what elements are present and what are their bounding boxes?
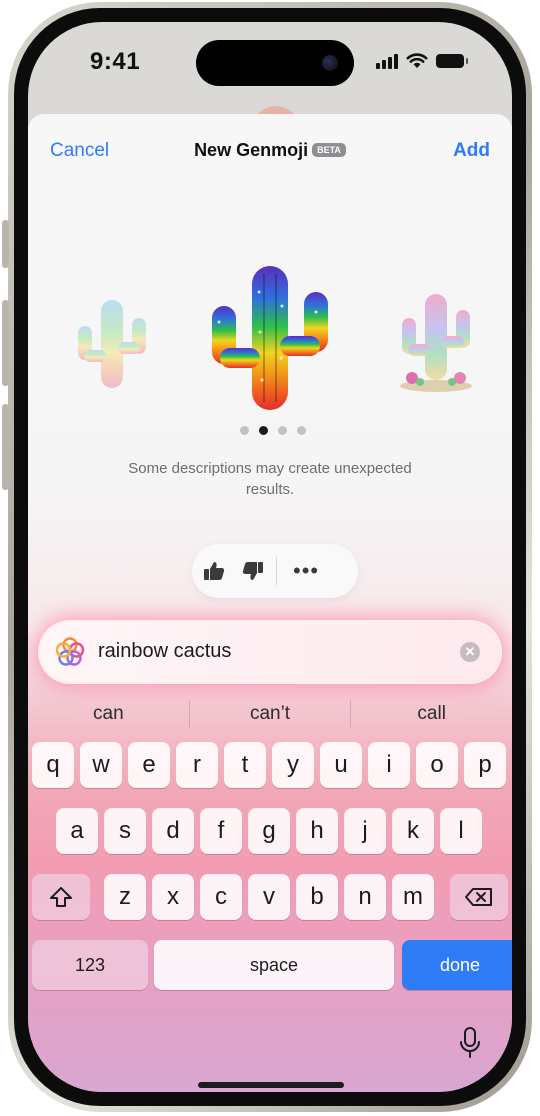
feedback-pill: ••• [192,544,358,598]
action-button [2,220,9,268]
genmoji-variant-right[interactable] [398,290,474,394]
screen: 9:41 Cancel New Genmoji BETA Add Some de… [28,22,512,1092]
camera-icon [322,55,338,71]
search-input-text: rainbow cactus [98,640,232,662]
microphone-icon[interactable] [458,1026,482,1060]
key-m[interactable]: m [392,874,434,920]
key-f[interactable]: f [200,808,242,854]
shift-icon [50,887,72,907]
new-genmoji-sheet: Cancel New Genmoji BETA Add Some descrip… [28,114,512,1092]
cellular-signal-icon [376,53,398,69]
add-button[interactable]: Add [453,140,490,162]
volume-up-button [2,300,9,386]
key-x[interactable]: x [152,874,194,920]
key-y[interactable]: y [272,742,314,788]
key-u[interactable]: u [320,742,362,788]
clear-text-icon[interactable]: ✕ [460,642,480,662]
suggestion-2[interactable]: can’t [190,703,351,725]
more-options-icon[interactable]: ••• [293,560,319,582]
key-t[interactable]: t [224,742,266,788]
backspace-icon [465,888,492,906]
key-a[interactable]: a [56,808,98,854]
page-dot [278,426,287,435]
battery-icon [436,54,468,68]
key-w[interactable]: w [80,742,122,788]
volume-down-button [2,404,9,490]
thumbs-up-button[interactable] [192,544,236,598]
key-g[interactable]: g [248,808,290,854]
key-s[interactable]: s [104,808,146,854]
done-key[interactable]: done [402,940,512,990]
genmoji-description-field[interactable]: rainbow cactus ✕ [40,622,500,682]
key-i[interactable]: i [368,742,410,788]
key-b[interactable]: b [296,874,338,920]
key-d[interactable]: d [152,808,194,854]
page-dot-active [259,426,268,435]
key-k[interactable]: k [392,808,434,854]
wifi-icon [406,53,428,68]
key-z[interactable]: z [104,874,146,920]
genmoji-variant-selected[interactable] [204,262,336,412]
numbers-key[interactable]: 123 [32,940,148,990]
key-v[interactable]: v [248,874,290,920]
key-q[interactable]: q [32,742,74,788]
key-p[interactable]: p [464,742,506,788]
thumbs-down-button[interactable] [236,544,270,598]
predictive-suggestions: can can’t call [28,694,512,734]
divider [276,557,277,585]
title-text: New Genmoji [194,140,309,160]
space-key[interactable]: space [154,940,394,990]
key-o[interactable]: o [416,742,458,788]
beta-badge: BETA [312,143,346,157]
key-c[interactable]: c [200,874,242,920]
carousel-page-indicator[interactable] [240,426,306,435]
key-e[interactable]: e [128,742,170,788]
key-r[interactable]: r [176,742,218,788]
status-time: 9:41 [90,48,141,75]
key-h[interactable]: h [296,808,338,854]
key-j[interactable]: j [344,808,386,854]
genmoji-variant-left[interactable] [74,296,150,390]
page-dot [240,426,249,435]
sheet-title: New Genmoji BETA [28,140,512,161]
page-dot [297,426,306,435]
thumbs-down-icon [242,562,263,580]
home-indicator[interactable] [198,1082,344,1088]
results-disclaimer: Some descriptions may create unexpected … [128,460,412,498]
shift-key[interactable] [32,874,90,920]
apple-intelligence-icon [55,637,85,666]
delete-key[interactable] [450,874,508,920]
status-icons [376,52,468,70]
thumbs-up-icon [204,562,225,580]
suggestion-1[interactable]: can [28,703,189,725]
dynamic-island [196,40,354,86]
suggestion-3[interactable]: call [351,703,512,725]
key-l[interactable]: l [440,808,482,854]
key-n[interactable]: n [344,874,386,920]
